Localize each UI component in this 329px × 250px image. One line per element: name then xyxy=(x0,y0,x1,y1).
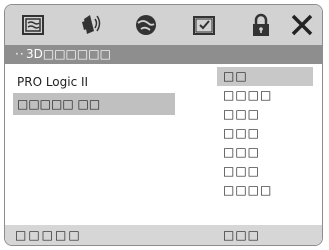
options-list: □□ □□□□ □□□ □□□ □□□ □□□ □□□□ xyxy=(217,67,313,200)
close-icon[interactable] xyxy=(290,13,314,37)
menu-item-label: □□□□□ □□ xyxy=(17,97,101,111)
submenu-title: 3D□□□□□□ xyxy=(26,47,111,61)
option-item[interactable]: □□□ xyxy=(217,105,313,124)
option-label: □□□□ xyxy=(223,183,273,197)
option-label: □□ xyxy=(223,69,248,83)
option-label: □□□ xyxy=(223,145,261,159)
general-settings-icon[interactable] xyxy=(134,13,158,37)
option-item[interactable]: □□□□ xyxy=(217,86,313,105)
option-label: □□□ xyxy=(223,107,261,121)
preferences-icon[interactable] xyxy=(192,13,216,37)
footer-label: □□□□□ xyxy=(15,228,82,242)
option-label: □□□□ xyxy=(223,88,273,102)
option-item[interactable]: □□□□ xyxy=(217,181,313,200)
display-settings-icon[interactable] xyxy=(21,13,45,37)
menu-item-selected[interactable]: □□□□□ □□ xyxy=(13,93,175,115)
settings-window: ·· 3D□□□□□□ PRO Logic II □□□□□ □□ □□ □□□… xyxy=(4,4,323,246)
footer-right-label: □□□ xyxy=(223,228,261,242)
lock-icon[interactable] xyxy=(249,13,273,37)
status-footer: □□□□□ □□□ xyxy=(5,225,322,245)
option-item[interactable]: □□□ xyxy=(217,143,313,162)
menu-item-pro-logic[interactable]: PRO Logic II xyxy=(13,71,213,93)
option-label: □□□ xyxy=(223,126,261,140)
submenu-title-bar: ·· 3D□□□□□□ xyxy=(5,45,322,64)
option-item[interactable]: □□□ xyxy=(217,162,313,181)
toolbar xyxy=(5,5,322,45)
title-dots: ·· xyxy=(15,47,25,61)
option-item[interactable]: □□□ xyxy=(217,124,313,143)
option-label: □□□ xyxy=(223,164,261,178)
left-menu: PRO Logic II □□□□□ □□ xyxy=(13,71,213,115)
option-item[interactable]: □□ xyxy=(217,67,313,86)
menu-item-label: PRO Logic II xyxy=(17,75,89,89)
audio-speaker-icon[interactable] xyxy=(78,13,102,37)
